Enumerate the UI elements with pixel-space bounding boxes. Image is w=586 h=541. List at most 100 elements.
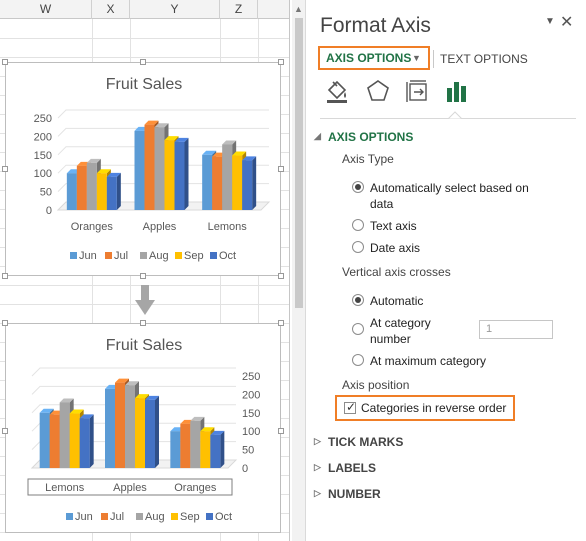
x-tick-label: Oranges bbox=[71, 221, 114, 233]
resize-handle[interactable] bbox=[278, 320, 284, 326]
expand-triangle-icon[interactable]: ▷ bbox=[314, 488, 321, 499]
resize-handle[interactable] bbox=[278, 428, 284, 434]
bar-jul-oranges bbox=[180, 423, 191, 468]
resize-handle[interactable] bbox=[2, 166, 8, 172]
scrollbar-thumb[interactable] bbox=[295, 18, 303, 308]
section-labels-label: LABELS bbox=[328, 461, 376, 475]
bar-side bbox=[220, 430, 225, 468]
effects-pentagon-icon[interactable] bbox=[365, 78, 391, 104]
reverse-order-highlight: ✓ Categories in reverse order bbox=[335, 395, 515, 421]
chevron-down-icon[interactable]: ▼ bbox=[412, 48, 421, 68]
chart-gridline bbox=[57, 109, 269, 119]
column-header-y[interactable]: Y bbox=[130, 0, 220, 19]
bar-oct-oranges bbox=[210, 434, 221, 468]
section-axis-options-label: AXIS OPTIONS bbox=[328, 130, 414, 144]
legend-swatch-oct bbox=[206, 513, 213, 520]
column-header-z[interactable]: Z bbox=[220, 0, 258, 19]
radio-button[interactable] bbox=[352, 354, 364, 366]
legend-label-jun: Jun bbox=[75, 511, 93, 523]
bar-sep-oranges bbox=[96, 173, 107, 210]
resize-handle[interactable] bbox=[140, 273, 146, 279]
resize-handle[interactable] bbox=[2, 59, 8, 65]
legend-label-jun: Jun bbox=[79, 250, 97, 262]
x-tick-label: Apples bbox=[143, 221, 177, 233]
column-header-x[interactable]: X bbox=[92, 0, 130, 19]
section-labels[interactable]: ▷ LABELS bbox=[314, 461, 376, 475]
y-tick-label: 250 bbox=[34, 113, 52, 125]
section-number-label: NUMBER bbox=[328, 487, 381, 501]
close-icon[interactable]: ✕ bbox=[560, 12, 573, 32]
x-tick-label: Oranges bbox=[174, 482, 217, 494]
section-axis-options[interactable]: ◢ AXIS OPTIONS bbox=[314, 130, 414, 144]
radio-button[interactable] bbox=[352, 323, 364, 335]
expand-triangle-icon[interactable]: ▷ bbox=[314, 462, 321, 473]
radio-crosses-automatic-label: Automatic bbox=[370, 294, 424, 308]
chart-reversed[interactable]: Fruit Sales 0 50 100 150 200 250 Lemons Apples Or… bbox=[5, 323, 281, 533]
radio-button[interactable] bbox=[352, 181, 364, 193]
bar-jul-lemons bbox=[212, 156, 223, 210]
worksheet[interactable]: W X Y Z Fruit Sales 0 50 100 150 200 250 Orange… bbox=[0, 0, 289, 541]
bar-side bbox=[184, 137, 189, 210]
resize-handle[interactable] bbox=[278, 273, 284, 279]
tab-axis-options[interactable]: AXIS OPTIONS ▼ bbox=[318, 46, 430, 70]
resize-handle[interactable] bbox=[140, 59, 146, 65]
radio-button[interactable] bbox=[352, 294, 364, 306]
legend-label-oct: Oct bbox=[219, 250, 236, 262]
chart-reversed-svg: Fruit Sales 0 50 100 150 200 250 Lemons Apples Or… bbox=[27, 337, 260, 523]
axis-options-bar-chart-icon[interactable] bbox=[444, 78, 470, 104]
reverse-order-checkbox[interactable]: ✓ bbox=[344, 400, 356, 414]
legend-swatch-jul bbox=[105, 252, 112, 259]
bar-jun-lemons bbox=[39, 412, 50, 468]
bar-oct-oranges bbox=[106, 176, 117, 210]
collapse-triangle-icon[interactable]: ◢ bbox=[314, 131, 321, 142]
resize-handle[interactable] bbox=[2, 273, 8, 279]
legend-swatch-oct bbox=[210, 252, 217, 259]
category-number-input[interactable]: 1 bbox=[479, 320, 553, 339]
legend-label-jul: Jul bbox=[114, 250, 128, 262]
size-properties-icon[interactable] bbox=[404, 78, 430, 104]
bar-sep-lemons bbox=[232, 155, 243, 210]
section-number[interactable]: ▷ NUMBER bbox=[314, 487, 381, 501]
legend-label-aug: Aug bbox=[149, 250, 169, 262]
resize-handle[interactable] bbox=[140, 320, 146, 326]
fill-line-icon[interactable] bbox=[324, 78, 350, 104]
y-tick-label: 50 bbox=[242, 445, 254, 457]
radio-button[interactable] bbox=[352, 241, 364, 253]
tab-text-options[interactable]: TEXT OPTIONS bbox=[440, 52, 528, 66]
reverse-order-label[interactable]: Categories in reverse order bbox=[361, 401, 506, 415]
scroll-up-icon[interactable]: ▲ bbox=[294, 4, 303, 14]
bar-sep-apples bbox=[135, 398, 145, 468]
y-tick-label: 100 bbox=[34, 168, 52, 180]
expand-triangle-icon[interactable]: ▷ bbox=[314, 436, 321, 447]
format-axis-pane: ▲ Format Axis ▼ ✕ AXIS OPTIONS ▼ TEXT OP… bbox=[289, 0, 586, 541]
y-tick-label: 200 bbox=[34, 131, 52, 143]
bar-aug-oranges bbox=[190, 420, 201, 468]
bar-sep-oranges bbox=[200, 431, 211, 468]
bar-jul-apples bbox=[115, 382, 125, 468]
resize-handle[interactable] bbox=[278, 59, 284, 65]
radio-button[interactable] bbox=[352, 219, 364, 231]
legend-swatch-sep bbox=[171, 513, 178, 520]
resize-handle[interactable] bbox=[2, 428, 8, 434]
pane-menu-icon[interactable]: ▼ bbox=[545, 16, 555, 27]
y-tick-label: 50 bbox=[40, 187, 52, 199]
radio-at-category-label-line1: At category bbox=[370, 316, 431, 330]
resize-handle[interactable] bbox=[2, 320, 8, 326]
bar-jun-oranges bbox=[66, 173, 77, 210]
resize-handle[interactable] bbox=[278, 166, 284, 172]
chart-original[interactable]: Fruit Sales 0 50 100 150 200 250 Oranges Apples L… bbox=[5, 62, 281, 276]
pane-scrollbar[interactable]: ▲ bbox=[292, 0, 306, 541]
x-tick-label: Lemons bbox=[208, 221, 248, 233]
bar-aug-apples bbox=[154, 127, 165, 210]
column-header-w[interactable]: W bbox=[0, 0, 92, 19]
bar-side bbox=[116, 172, 121, 210]
radio-auto-select-label-line2: data bbox=[370, 197, 394, 211]
tab-divider bbox=[433, 50, 434, 68]
legend-label-aug: Aug bbox=[145, 511, 165, 523]
selected-icon-indicator bbox=[448, 111, 462, 119]
bar-side bbox=[89, 414, 94, 468]
y-tick-label: 150 bbox=[34, 150, 52, 162]
section-tick-marks[interactable]: ▷ TICK MARKS bbox=[314, 435, 403, 449]
radio-date-axis-label: Date axis bbox=[370, 241, 421, 255]
legend-swatch-jun bbox=[70, 252, 77, 259]
